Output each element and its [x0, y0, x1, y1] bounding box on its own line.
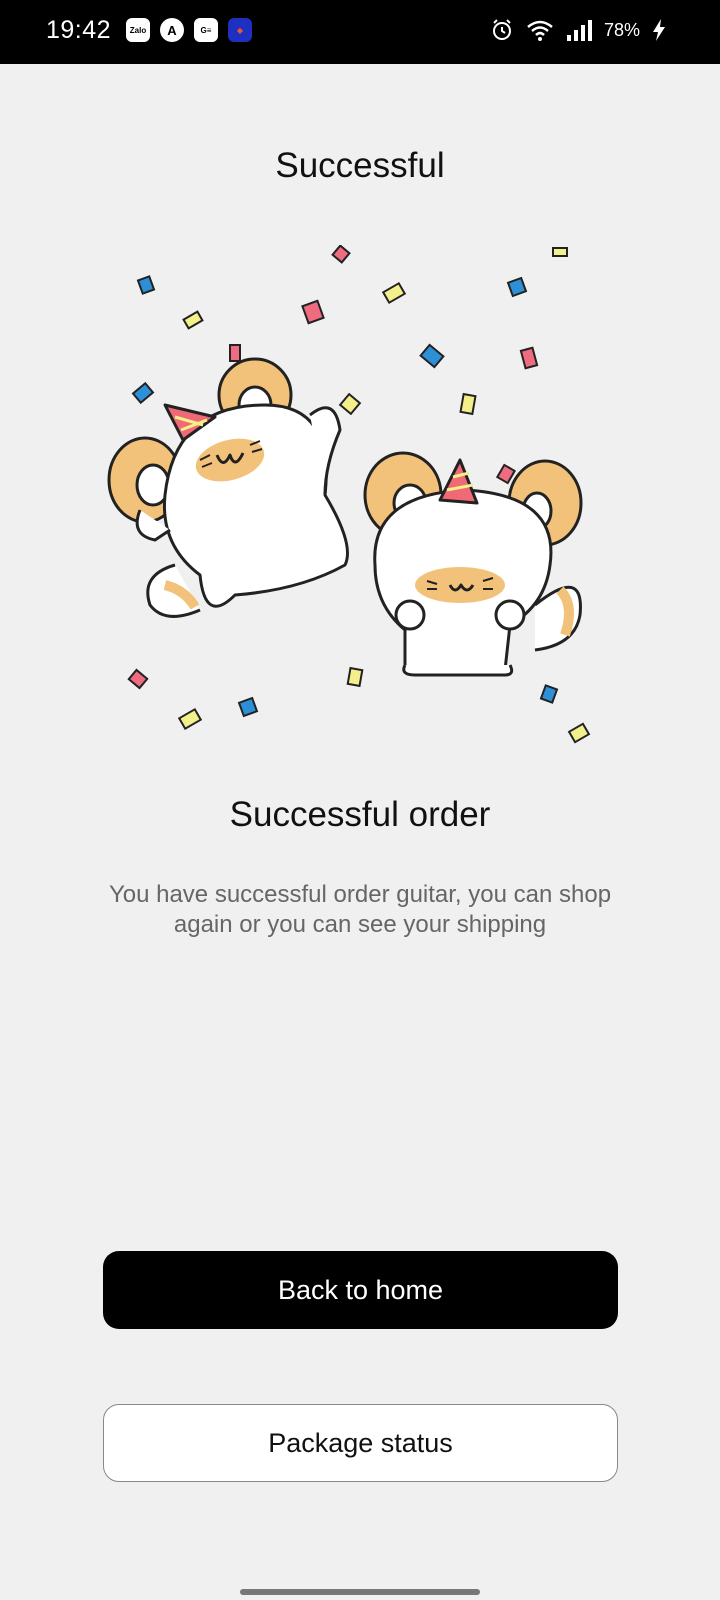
home-indicator[interactable] [240, 1589, 480, 1595]
success-heading: Successful order [229, 795, 491, 834]
ge-app-icon: G≡ [194, 18, 218, 42]
alarm-icon [492, 19, 511, 40]
system-icons: 78% [490, 18, 666, 42]
status-bar: 19:42 Zalo A G≡ ◆ 78% [0, 0, 720, 64]
page-title: Successful [275, 146, 445, 185]
back-to-home-button[interactable]: Back to home [103, 1251, 618, 1329]
success-message: You have successful order guitar, you ca… [108, 881, 612, 938]
game-app-icon: ◆ [228, 18, 252, 42]
package-status-button[interactable]: Package status [103, 1404, 618, 1482]
app-a-icon: A [160, 18, 184, 42]
battery-level: 78% [603, 19, 640, 40]
charging-icon [653, 19, 665, 41]
wifi-icon [527, 20, 553, 41]
right-cat [363, 451, 583, 677]
notification-icons: Zalo A G≡ ◆ [126, 18, 252, 42]
signal-icon [566, 20, 592, 41]
status-time: 19:42 [46, 16, 112, 44]
celebration-illustration [107, 245, 591, 744]
zalo-icon: Zalo [126, 18, 150, 42]
